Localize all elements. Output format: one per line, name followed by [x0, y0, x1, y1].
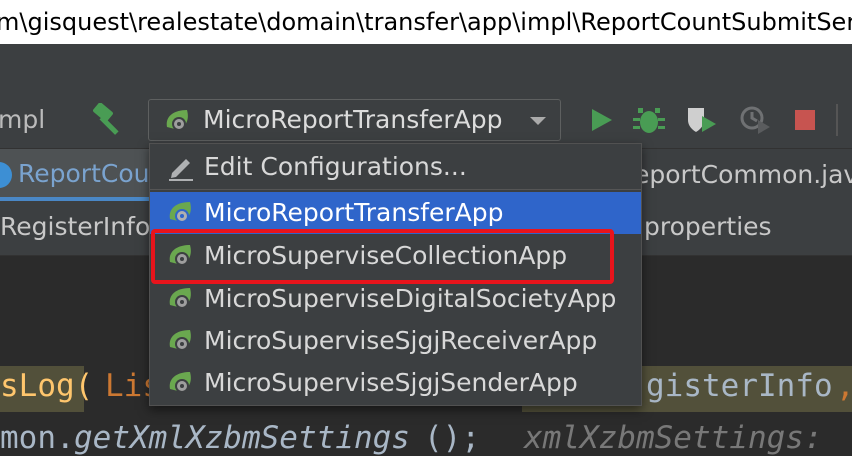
code-method-name: sLog(	[0, 368, 94, 404]
config-item-micro-supervise-sjgj-sender[interactable]: MicroSuperviseSjgjSenderApp	[150, 362, 641, 404]
edit-configurations-label: Edit Configurations...	[204, 152, 467, 181]
config-item-label: MicroSuperviseSjgjSenderApp	[204, 368, 578, 397]
code-punctuation: ();	[424, 420, 480, 456]
config-item-label: MicroReportTransferApp	[204, 198, 504, 227]
spring-boot-icon	[169, 330, 191, 351]
code-identifier: gisterInfo	[646, 368, 833, 404]
run-with-coverage-icon[interactable]	[684, 104, 718, 136]
tab-properties[interactable]: properties	[644, 212, 772, 241]
run-configuration-dropdown[interactable]: MicroReportTransferApp	[148, 99, 561, 141]
java-class-icon	[0, 162, 12, 188]
toolbar-separator	[836, 104, 838, 136]
config-item-label: MicroSuperviseSjgjReceiverApp	[204, 326, 598, 355]
spring-boot-icon	[169, 202, 191, 223]
tab-register-info[interactable]: RegisterInfo	[0, 212, 150, 241]
code-punctuation: ,	[836, 368, 852, 404]
menu-strip	[0, 44, 852, 92]
build-hammer-icon[interactable]	[90, 103, 126, 137]
chevron-down-icon	[530, 117, 546, 125]
tab-label: ReportCou	[18, 159, 150, 188]
breadcrumb[interactable]: mpl	[0, 104, 45, 136]
debug-icon[interactable]	[632, 104, 666, 136]
active-tab-indicator	[0, 197, 150, 201]
popup-separator	[150, 189, 641, 190]
edit-configurations-item[interactable]: Edit Configurations...	[150, 146, 641, 188]
pencil-icon	[169, 159, 193, 181]
config-item-micro-supervise-sjgj-receiver[interactable]: MicroSuperviseSjgjReceiverApp	[150, 320, 641, 362]
config-item-micro-report-transfer[interactable]: MicroReportTransferApp	[150, 192, 641, 234]
spring-boot-icon	[169, 288, 191, 309]
window-title-bar: m\gisquest\realestate\domain\transfer\ap…	[0, 0, 852, 44]
spring-boot-icon	[166, 110, 188, 131]
tab-report-count[interactable]: ReportCou	[0, 149, 150, 201]
spring-boot-icon	[169, 372, 191, 393]
code-object: mon.	[0, 420, 75, 456]
tab-report-common[interactable]: eportCommon.jav	[634, 160, 852, 189]
highlight-annotation-box	[151, 229, 614, 284]
run-configuration-label: MicroReportTransferApp	[203, 105, 503, 134]
config-item-micro-supervise-digital-society[interactable]: MicroSuperviseDigitalSocietyApp	[150, 278, 641, 320]
run-icon[interactable]	[584, 104, 618, 136]
file-path: m\gisquest\realestate\domain\transfer\ap…	[0, 8, 852, 36]
config-item-label: MicroSuperviseDigitalSocietyApp	[204, 284, 617, 313]
stop-icon[interactable]	[788, 104, 822, 136]
code-method-call: getXmlXzbmSettings	[74, 420, 410, 456]
profiler-icon[interactable]	[738, 104, 772, 136]
code-inlay-hint: xmlXzbmSettings:	[524, 420, 823, 456]
